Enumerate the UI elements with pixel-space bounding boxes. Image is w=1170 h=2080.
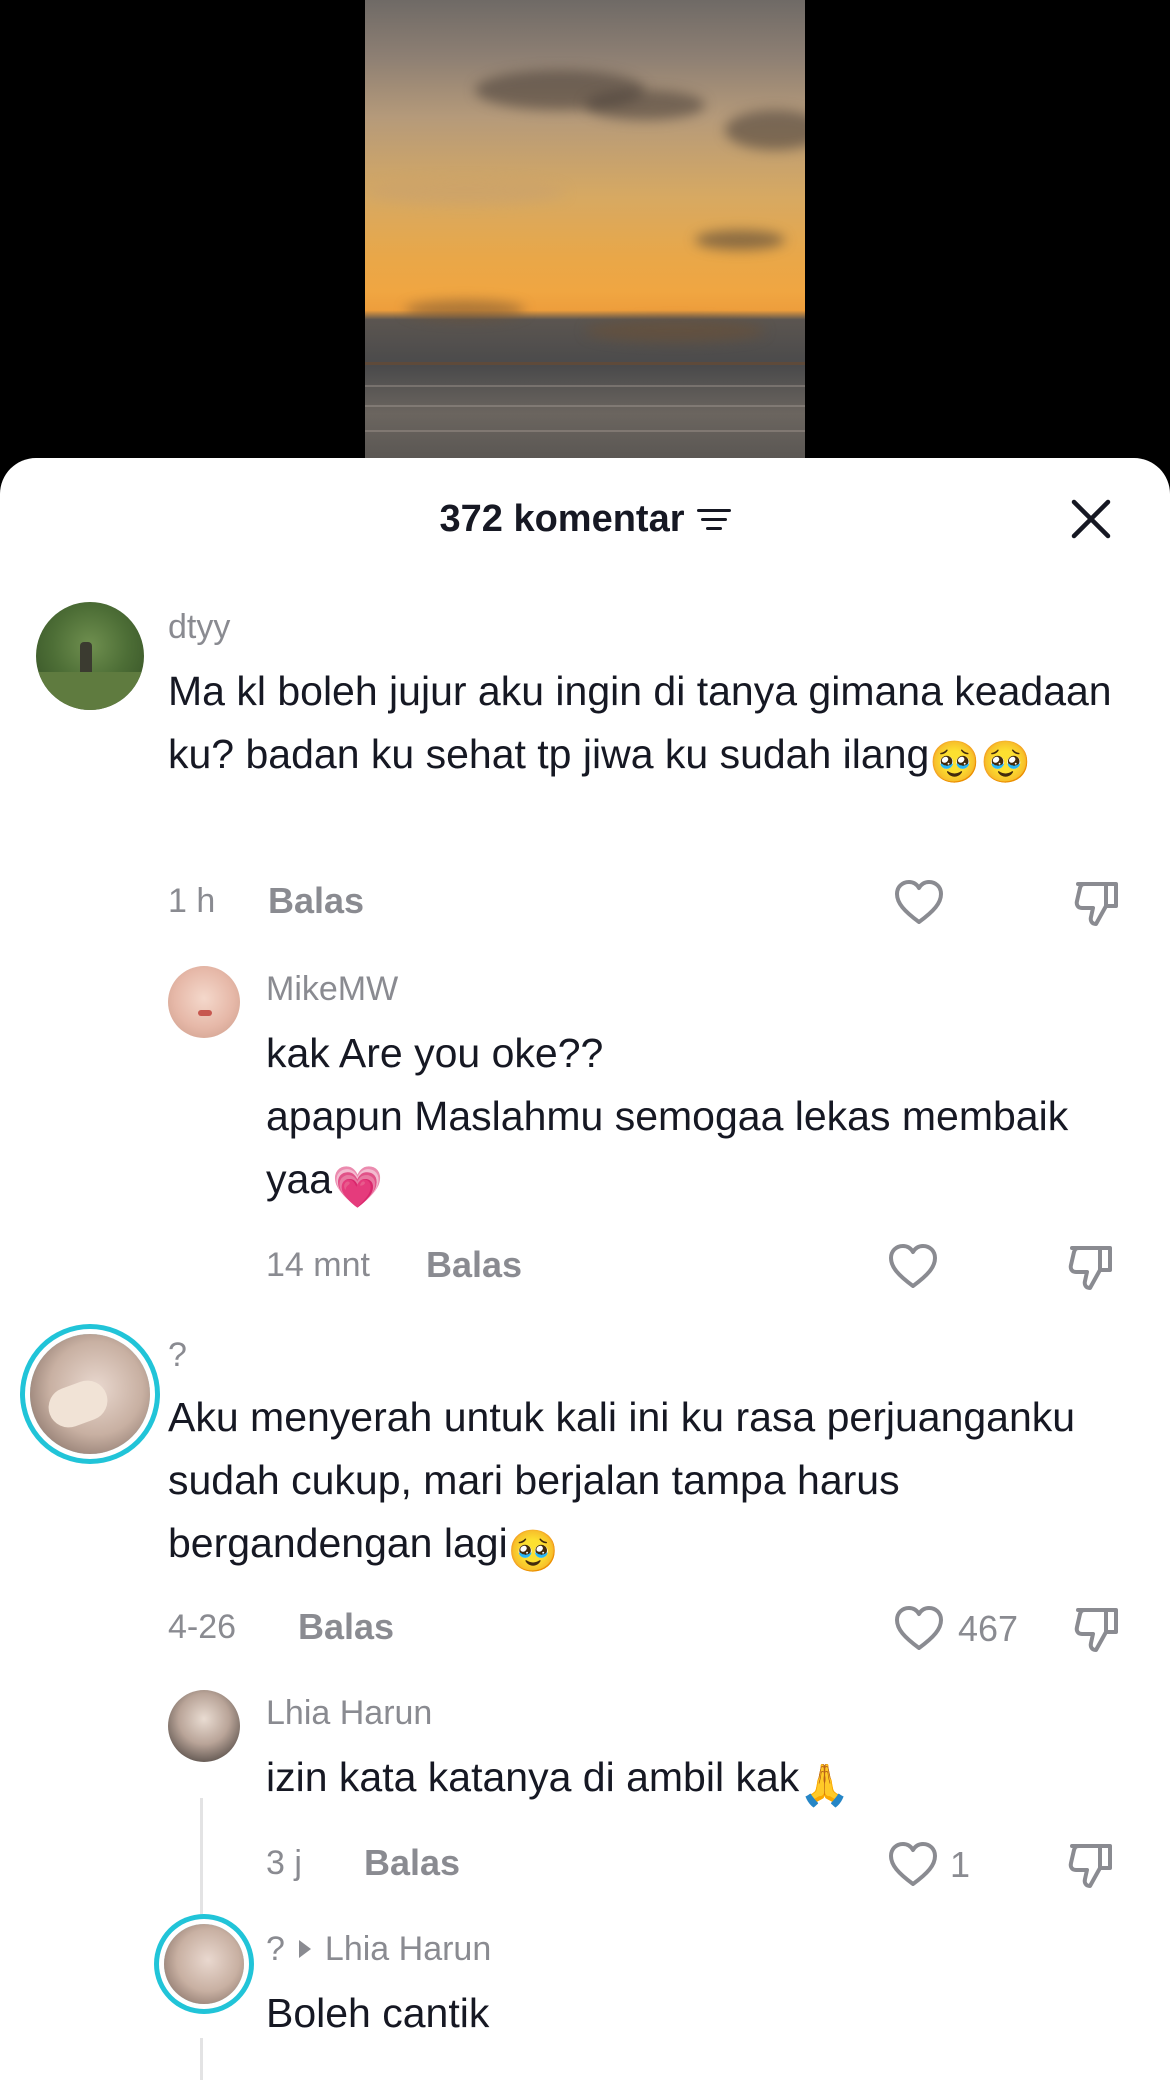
comment-time: 4-26: [168, 1608, 237, 1646]
heart-outline-icon[interactable]: [892, 1602, 946, 1656]
reply-username: ? Lhia Harun: [266, 1930, 491, 1969]
reply-text-line: kak Are you oke??: [266, 1030, 604, 1076]
avatar-story-ring[interactable]: [30, 1334, 150, 1454]
reply-button[interactable]: Balas: [268, 880, 364, 922]
sort-icon[interactable]: [696, 507, 731, 533]
close-icon[interactable]: [1068, 496, 1114, 542]
reply-button[interactable]: Balas: [364, 1842, 460, 1884]
reply-text: kak Are you oke?? apapun Maslahmu semoga…: [266, 1022, 1126, 1219]
comments-sheet: 372 komentar dtyy Ma kl boleh jujur aku …: [0, 458, 1170, 2080]
folded-hands-emoji: 🙏: [799, 1762, 851, 1808]
video-player[interactable]: [0, 0, 1170, 470]
avatar[interactable]: [36, 602, 144, 710]
reply-text-content: izin kata katanya di ambil kak: [266, 1754, 800, 1800]
thumbs-down-icon[interactable]: [1064, 1240, 1118, 1294]
thumbs-down-icon[interactable]: [1064, 1838, 1118, 1892]
thumbs-down-icon[interactable]: [1070, 876, 1124, 930]
heart-outline-icon[interactable]: [892, 876, 946, 930]
heart-emoji: 💗: [332, 1164, 384, 1210]
comment-text: Aku menyerah untuk kali ini ku rasa perj…: [168, 1386, 1098, 1583]
video-thumbnail: [365, 0, 805, 470]
comment-username[interactable]: dtyy: [168, 608, 230, 647]
heart-outline-icon[interactable]: [886, 1240, 940, 1294]
reply-username[interactable]: MikeMW: [266, 970, 398, 1009]
like-count: 467: [958, 1608, 1019, 1649]
reply-to-arrow-icon: [298, 1940, 311, 1958]
thumbs-down-icon[interactable]: [1070, 1602, 1124, 1656]
comment-username[interactable]: ?: [168, 1336, 187, 1375]
comment-text-content: Aku menyerah untuk kali ini ku rasa perj…: [168, 1394, 1076, 1566]
reply-button[interactable]: Balas: [426, 1244, 522, 1286]
reply-time: 14 mnt: [266, 1246, 370, 1284]
pleading-face-emoji: 🥹: [507, 1528, 559, 1574]
comment-time: 1 h: [168, 882, 216, 920]
reply-text: Boleh cantik: [266, 1990, 490, 2036]
thread-line: [200, 2038, 203, 2080]
reply-text: izin kata katanya di ambil kak🙏: [266, 1746, 1126, 1817]
reply-username[interactable]: Lhia Harun: [266, 1694, 432, 1733]
reply-to-username[interactable]: Lhia Harun: [325, 1930, 491, 1968]
avatar[interactable]: [168, 966, 240, 1038]
comment-text: Ma kl boleh jujur aku ingin di tanya gim…: [168, 660, 1138, 794]
reply-time: 3 j: [266, 1844, 302, 1882]
reply-text-line: apapun Maslahmu semogaa lekas membaik ya…: [266, 1093, 1069, 1202]
pleading-face-emoji: 🥹🥹: [929, 739, 1032, 785]
avatar[interactable]: [168, 1690, 240, 1762]
reply-button[interactable]: Balas: [298, 1606, 394, 1648]
comment-count-title: 372 komentar: [439, 498, 685, 540]
heart-outline-icon[interactable]: [886, 1838, 940, 1892]
avatar-story-ring[interactable]: [164, 1924, 244, 2004]
like-count: 1: [950, 1844, 971, 1885]
comments-header: 372 komentar: [0, 458, 1170, 578]
reply-author[interactable]: ?: [266, 1930, 285, 1968]
